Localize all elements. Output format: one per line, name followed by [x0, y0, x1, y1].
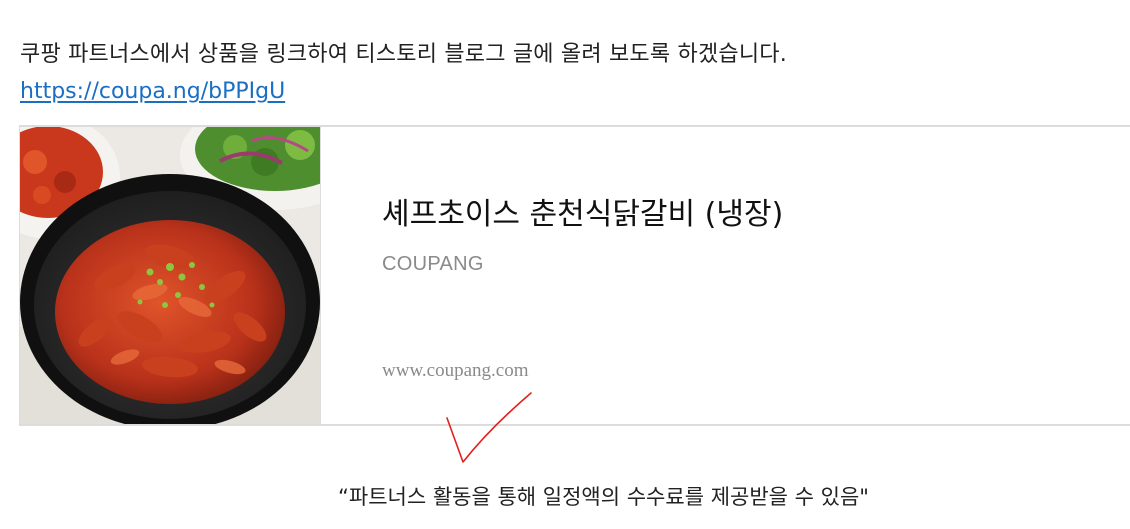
product-source: COUPANG	[382, 253, 484, 275]
product-link-card[interactable]: 셰프초이스 춘천식닭갈비 (냉장) COUPANG www.coupang.co…	[19, 125, 1130, 426]
affiliate-short-link[interactable]: https://coupa.ng/bPPIgU	[20, 79, 285, 104]
intro-text: 쿠팡 파트너스에서 상품을 링크하여 티스토리 블로그 글에 올려 보도록 하겠…	[20, 42, 787, 67]
product-title: 셰프초이스 춘천식닭갈비 (냉장)	[382, 197, 784, 232]
affiliate-disclaimer: “파트너스 활동을 통해 일정액의 수수료를 제공받을 수 있음"	[338, 485, 869, 509]
product-thumbnail[interactable]	[19, 127, 321, 424]
red-checkmark-icon	[446, 392, 532, 463]
product-url: www.coupang.com	[382, 360, 529, 381]
dakgalbi-dish-image	[20, 127, 320, 424]
